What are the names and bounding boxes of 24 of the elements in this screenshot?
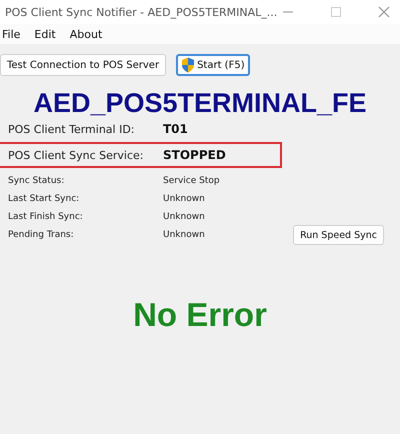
start-button[interactable]: Start (F5) bbox=[176, 54, 250, 76]
shield-icon bbox=[181, 57, 196, 73]
field-value: STOPPED bbox=[163, 148, 226, 162]
field-label: POS Client Terminal ID: bbox=[8, 122, 136, 136]
field-label: Last Start Sync: bbox=[8, 194, 80, 204]
test-connection-button[interactable]: Test Connection to POS Server bbox=[0, 54, 166, 76]
field-value: Service Stop bbox=[163, 176, 220, 186]
field-label: Pending Trans: bbox=[8, 230, 75, 240]
menu-item[interactable]: File bbox=[2, 28, 20, 40]
status-message: No Error bbox=[132, 296, 268, 334]
run-speed-sync-button[interactable]: Run Speed Sync bbox=[293, 225, 384, 245]
menu-item[interactable]: Edit bbox=[34, 28, 56, 40]
field-label: POS Client Sync Service: bbox=[8, 148, 144, 162]
menu-item[interactable]: About bbox=[70, 28, 102, 40]
field-label: Sync Status: bbox=[8, 176, 66, 186]
field-value: Unknown bbox=[163, 212, 205, 222]
window-title: POS Client Sync Notifier - AED_POS5TERMINAL_... bbox=[5, 6, 278, 18]
field-value: Unknown bbox=[163, 194, 205, 204]
field-value: T01 bbox=[163, 122, 188, 136]
terminal-name: AED_POS5TERMINAL_FE bbox=[32, 88, 368, 118]
field-value: Unknown bbox=[163, 230, 205, 240]
close-icon[interactable] bbox=[378, 6, 390, 18]
field-label: Last Finish Sync: bbox=[8, 212, 84, 222]
maximize-icon[interactable] bbox=[330, 6, 342, 18]
